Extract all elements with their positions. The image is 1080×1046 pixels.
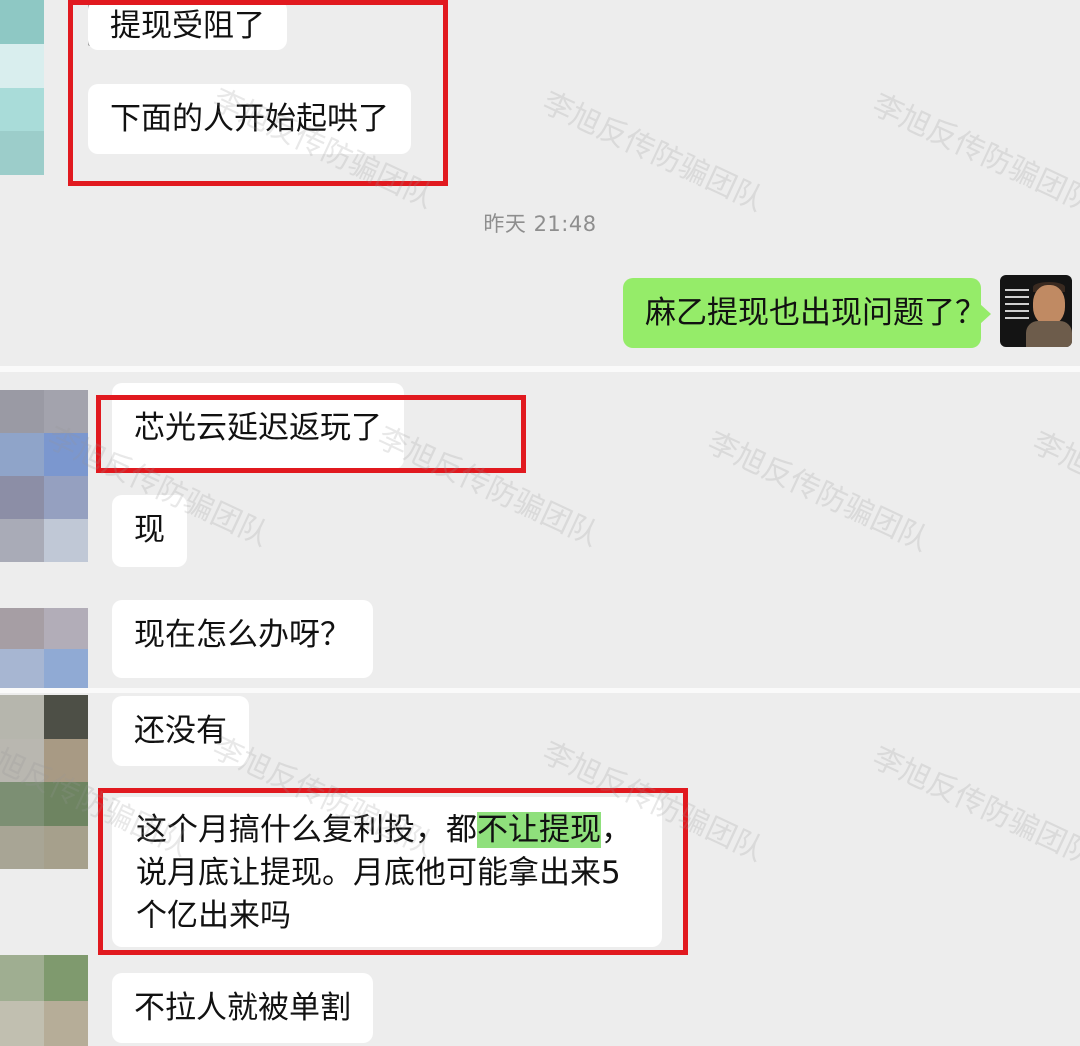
avatar-body [1026, 321, 1072, 347]
watermark: 李旭反传防骗团队 [701, 425, 935, 559]
message-bubble[interactable]: 不拉人就被单割 [112, 973, 373, 1043]
self-avatar[interactable] [1000, 275, 1072, 347]
watermark: 李旭反传防骗团队 [866, 87, 1080, 221]
message-bubble[interactable]: 现在怎么办呀？ [112, 600, 373, 678]
screenshot-divider [0, 366, 1080, 372]
message-bubble[interactable]: 现 [112, 495, 187, 567]
contact-avatar[interactable] [0, 390, 88, 562]
annotation-box [98, 788, 688, 955]
chat-panel-2: 芯光云延迟返玩了 现 现在怎么办呀？ 李旭反传防骗团队 李旭反传防骗团队 李旭反… [0, 373, 1080, 689]
self-message-bubble[interactable]: 麻乙提现也出现问题了？ [623, 278, 991, 348]
annotation-box [68, 0, 448, 186]
watermark: 李旭反传防骗团队 [536, 85, 770, 219]
chat-panel-1: 提现受阻了 下面的人开始起哄了 昨天 21:48 麻乙提现也出现问题了？ 李旭反… [0, 0, 1080, 365]
contact-avatar[interactable] [0, 955, 88, 1046]
avatar-text-lines [1005, 289, 1029, 324]
chat-panel-3: 还没有 这个月搞什么复利投，都不让提现，说月底让提现。月底他可能拿出来5个亿出来… [0, 693, 1080, 1046]
message-bubble[interactable]: 还没有 [112, 696, 249, 766]
avatar-face [1033, 285, 1065, 325]
watermark: 李旭反传防骗团队 [866, 740, 1080, 874]
contact-avatar[interactable] [0, 608, 88, 689]
annotation-box [96, 395, 526, 473]
timestamp: 昨天 21:48 [483, 212, 597, 236]
watermark: 李旭反传防骗团队 [1026, 425, 1080, 559]
contact-avatar[interactable] [0, 695, 88, 869]
contact-avatar[interactable] [0, 0, 44, 175]
